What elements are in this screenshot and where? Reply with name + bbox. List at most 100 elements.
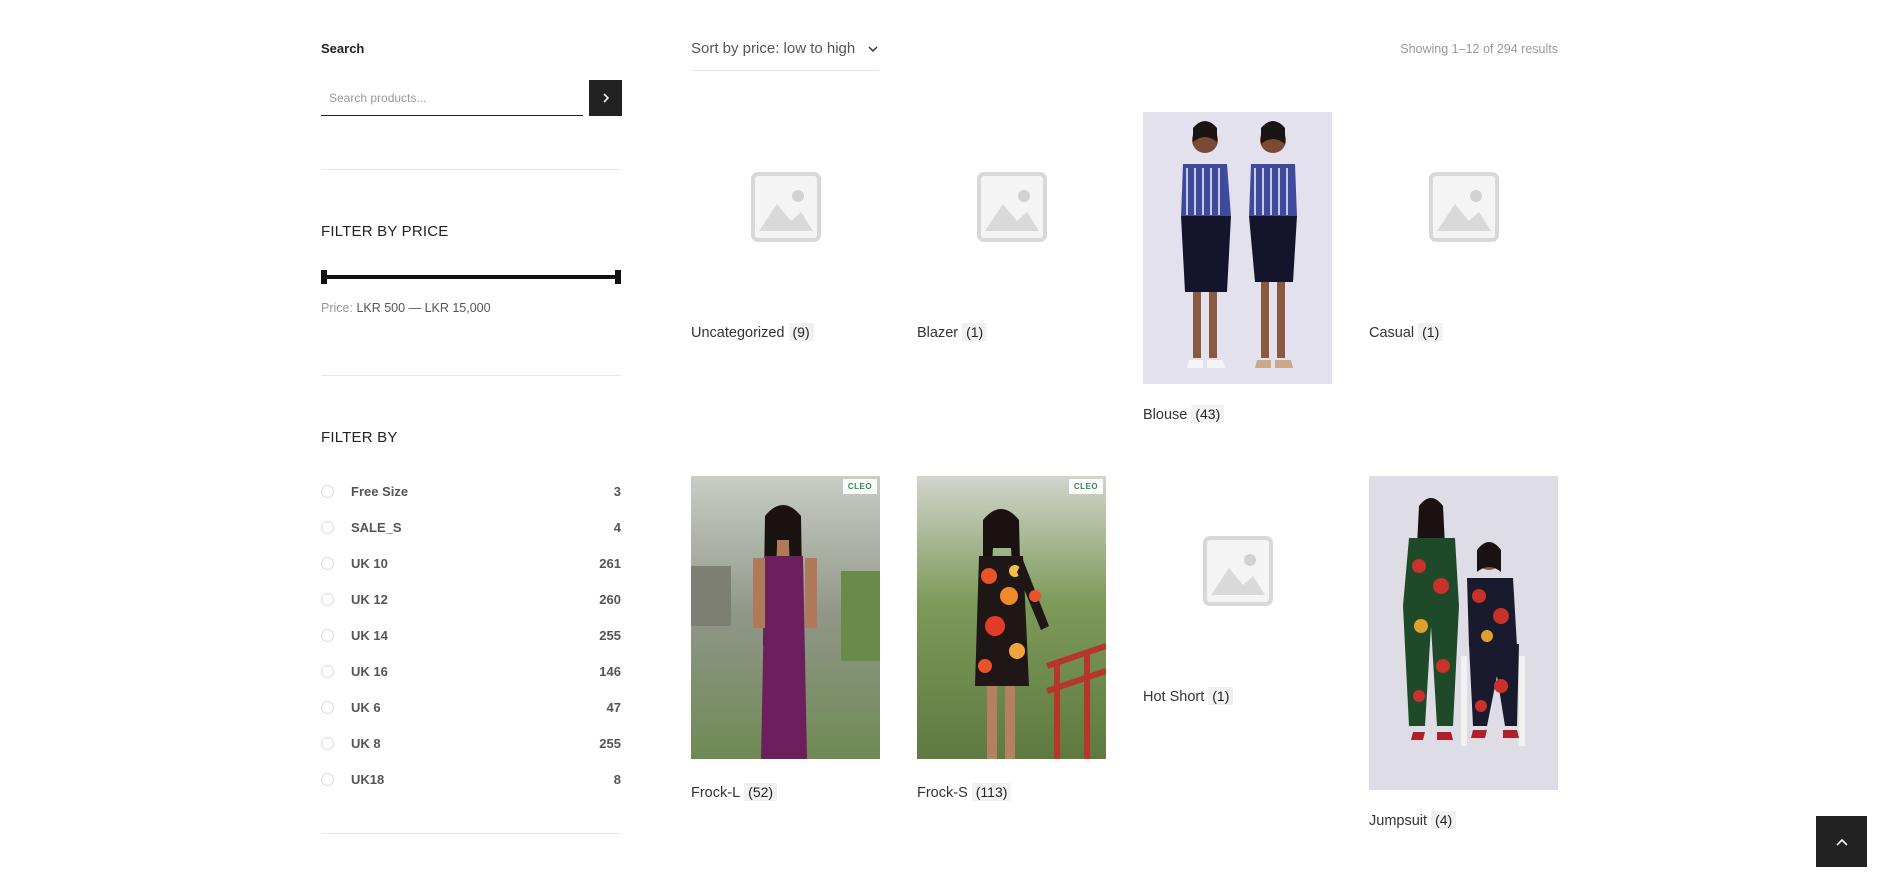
category-title[interactable]: Blouse (43) (1143, 405, 1225, 423)
back-to-top-button[interactable] (1816, 816, 1867, 867)
filter-item-uk-12[interactable]: UK 12 260 (321, 581, 621, 617)
sort-label: Sort by price: low to high (691, 40, 856, 57)
category-count: (9) (788, 323, 814, 341)
category-image[interactable] (917, 112, 1106, 302)
category-count: (52) (744, 783, 778, 801)
filter-label: UK 16 (351, 663, 388, 679)
category-name: Blouse (1143, 407, 1188, 423)
category-name: Jumpsuit (1369, 813, 1428, 829)
category-title[interactable]: Casual (1) (1369, 323, 1444, 341)
category-image[interactable] (1369, 476, 1558, 790)
radio-icon (321, 664, 334, 678)
widget-divider (321, 169, 621, 170)
category-image[interactable]: CLEO (917, 476, 1106, 759)
radio-icon (321, 592, 334, 606)
image-placeholder-icon (1428, 172, 1499, 242)
radio-icon (321, 520, 334, 534)
filter-count: 261 (599, 555, 621, 571)
filter-label: UK 12 (351, 591, 388, 607)
category-card-blouse[interactable]: Blouse (43) (1143, 112, 1332, 432)
frock-s-photo (917, 476, 1106, 759)
category-card-jumpsuit[interactable]: Jumpsuit (4) (1369, 476, 1558, 836)
filter-label: UK18 (351, 771, 385, 787)
image-placeholder-icon (1202, 536, 1273, 606)
image-placeholder-icon (976, 172, 1047, 242)
category-name: Blazer (917, 325, 959, 341)
category-title[interactable]: Uncategorized (9) (691, 323, 814, 341)
category-card-casual[interactable]: Casual (1) (1369, 112, 1558, 352)
price-slider-max-handle[interactable] (615, 270, 621, 284)
radio-icon (321, 556, 334, 570)
filter-count: 8 (613, 771, 621, 787)
category-card-frock-s[interactable]: CLEO Frock-S (113) (917, 476, 1106, 806)
chevron-right-icon (602, 93, 609, 103)
filter-label: UK 14 (351, 627, 388, 643)
price-min: LKR 500 (356, 301, 406, 315)
search-button[interactable] (589, 80, 622, 116)
brand-logo: CLEO (843, 479, 877, 494)
category-title[interactable]: Jumpsuit (4) (1369, 811, 1457, 829)
filter-item-free-size[interactable]: Free Size 3 (321, 473, 621, 509)
category-name: Uncategorized (691, 325, 785, 341)
filter-item-uk-8[interactable]: UK 8 255 (321, 725, 621, 761)
filter-count: 255 (599, 735, 621, 751)
filter-item-uk18[interactable]: UK18 8 (321, 761, 621, 797)
filter-item-uk-10[interactable]: UK 10 261 (321, 545, 621, 581)
category-card-blazer[interactable]: Blazer (1) (917, 112, 1106, 352)
price-filter-title: FILTER BY PRICE (321, 223, 449, 240)
category-image[interactable]: CLEO (691, 476, 880, 759)
category-title[interactable]: Hot Short (1) (1143, 687, 1234, 705)
category-image[interactable] (1143, 476, 1332, 666)
category-image[interactable] (1143, 112, 1332, 384)
price-separator: — (408, 301, 422, 315)
filter-label: UK 6 (351, 699, 381, 715)
filter-count: 260 (599, 591, 621, 607)
filter-label: UK 8 (351, 735, 381, 751)
filter-count: 3 (613, 483, 621, 499)
sort-dropdown[interactable]: Sort by price: low to high (691, 30, 879, 71)
price-range-label: Price: LKR 500 — LKR 15,000 (321, 301, 491, 315)
search-widget-title: Search (321, 41, 365, 56)
category-title[interactable]: Frock-L (52) (691, 783, 778, 801)
filter-count: 4 (613, 519, 621, 535)
category-count: (1) (1208, 687, 1234, 705)
category-name: Frock-L (691, 785, 741, 801)
jumpsuit-photo (1369, 476, 1558, 790)
filter-label: SALE_S (351, 519, 402, 535)
radio-icon (321, 736, 334, 750)
filter-item-uk-6[interactable]: UK 6 47 (321, 689, 621, 725)
filter-item-uk-14[interactable]: UK 14 255 (321, 617, 621, 653)
search-input[interactable] (321, 80, 583, 116)
filter-item-uk-16[interactable]: UK 16 146 (321, 653, 621, 689)
category-count: (1) (1418, 323, 1444, 341)
attribute-filter-title: FILTER BY (321, 429, 398, 446)
category-count: (43) (1191, 405, 1225, 423)
size-filter-list: Free Size 3 SALE_S 4 UK 10 261 UK 12 260 UK … (321, 473, 621, 797)
price-slider[interactable] (321, 270, 621, 284)
frock-l-photo (691, 476, 880, 759)
category-name: Frock-S (917, 785, 968, 801)
category-count: (1) (962, 323, 988, 341)
chevron-up-icon (1835, 838, 1848, 846)
blouse-photo (1143, 112, 1332, 384)
category-card-hot-short[interactable]: Hot Short (1) (1143, 476, 1332, 716)
category-image[interactable] (691, 112, 880, 302)
brand-logo: CLEO (1069, 479, 1103, 494)
radio-icon (321, 484, 334, 498)
price-slider-min-handle[interactable] (321, 270, 327, 284)
radio-icon (321, 628, 334, 642)
category-image[interactable] (1369, 112, 1558, 302)
category-title[interactable]: Frock-S (113) (917, 783, 1012, 801)
category-count: (113) (971, 783, 1012, 801)
category-name: Casual (1369, 325, 1415, 341)
category-card-uncategorized[interactable]: Uncategorized (9) (691, 112, 880, 352)
filter-label: UK 10 (351, 555, 388, 571)
filter-item-sale-s[interactable]: SALE_S 4 (321, 509, 621, 545)
price-max: LKR 15,000 (424, 301, 491, 315)
category-card-frock-l[interactable]: CLEO Frock-L (52) (691, 476, 880, 806)
price-slider-track (324, 275, 618, 279)
category-name: Hot Short (1143, 689, 1205, 705)
category-title[interactable]: Blazer (1) (917, 323, 988, 341)
result-count: Showing 1–12 of 294 results (1400, 42, 1558, 56)
image-placeholder-icon (750, 172, 821, 242)
